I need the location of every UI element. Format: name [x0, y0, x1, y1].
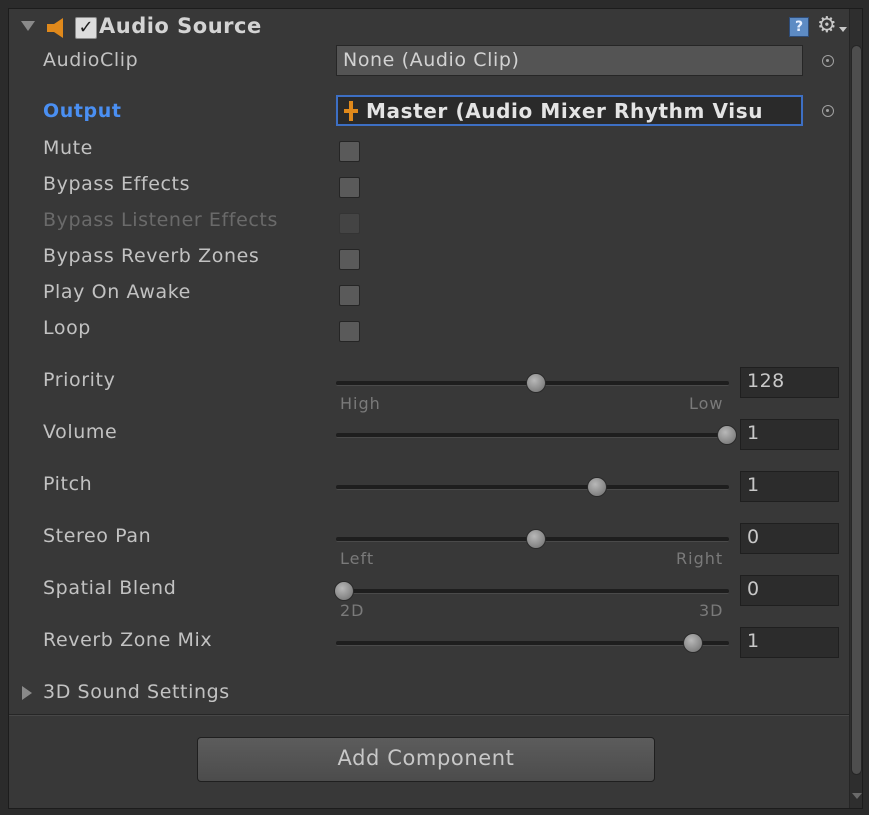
mute-checkbox[interactable] [339, 141, 360, 162]
bypass-reverb-zones-checkbox[interactable] [339, 249, 360, 270]
audio-mixer-icon [344, 101, 358, 121]
priority-min-label: High [340, 394, 381, 413]
pitch-label: Pitch [43, 473, 93, 495]
loop-label: Loop [43, 317, 91, 339]
play-on-awake-label: Play On Awake [43, 281, 191, 303]
spatial-blend-min-label: 2D [340, 601, 365, 620]
bypass-effects-label: Bypass Effects [43, 173, 191, 195]
priority-value-field[interactable]: 128 [740, 367, 839, 398]
output-value: Master (Audio Mixer Rhythm Visu [366, 99, 764, 123]
spatial-blend-slider-thumb[interactable] [334, 581, 354, 601]
stereo-pan-min-label: Left [340, 549, 375, 568]
volume-value-field[interactable]: 1 [740, 419, 839, 450]
play-on-awake-checkbox[interactable] [339, 285, 360, 306]
stereo-pan-value-field[interactable]: 0 [740, 523, 839, 554]
volume-slider-track[interactable] [336, 433, 729, 438]
add-component-button[interactable]: Add Component [197, 737, 655, 782]
bypass-listener-effects-checkbox [339, 213, 360, 234]
pitch-slider-thumb[interactable] [586, 477, 607, 497]
priority-slider-thumb[interactable] [525, 373, 546, 393]
spatial-blend-label: Spatial Blend [43, 577, 177, 599]
priority-label: Priority [43, 369, 116, 391]
component-header[interactable]: ✓ Audio Source ? ⚙ [9, 9, 849, 47]
inspector-panel: ✓ Audio Source ? ⚙ AudioClip None (Audio… [8, 8, 863, 809]
stereo-pan-label: Stereo Pan [43, 525, 152, 547]
gear-dropdown-caret-icon[interactable] [839, 27, 847, 32]
reverb-zone-mix-slider-track[interactable] [336, 641, 729, 646]
component-title: Audio Source [99, 14, 262, 38]
help-icon[interactable]: ? [789, 17, 809, 37]
reverb-zone-mix-value-field[interactable]: 1 [740, 627, 839, 658]
foldout-collapsed-icon[interactable] [22, 686, 32, 700]
scroll-down-arrow-icon[interactable] [852, 793, 862, 799]
pitch-value-field[interactable]: 1 [740, 471, 839, 502]
reverb-zone-mix-slider-thumb[interactable] [682, 633, 703, 653]
component-enabled-checkbox[interactable]: ✓ [75, 17, 97, 39]
scrollbar-thumb[interactable] [851, 45, 862, 775]
spatial-blend-value-field[interactable]: 0 [740, 575, 839, 606]
pitch-slider-track[interactable] [336, 485, 729, 490]
loop-checkbox[interactable] [339, 321, 360, 342]
mute-label: Mute [43, 137, 93, 159]
output-picker-icon[interactable] [822, 105, 834, 117]
3d-sound-settings-foldout[interactable]: 3D Sound Settings [43, 681, 230, 703]
foldout-expanded-icon[interactable] [21, 21, 35, 31]
audioclip-label: AudioClip [43, 49, 139, 71]
spatial-blend-slider-track[interactable] [336, 589, 729, 594]
reverb-zone-mix-label: Reverb Zone Mix [43, 629, 213, 651]
priority-max-label: Low [689, 394, 724, 413]
audioclip-value: None (Audio Clip) [343, 49, 520, 71]
stereo-pan-slider-thumb[interactable] [525, 529, 546, 549]
volume-slider-thumb[interactable] [717, 425, 737, 445]
audioclip-field[interactable]: None (Audio Clip) [336, 45, 803, 76]
speaker-icon [47, 18, 63, 38]
bypass-effects-checkbox[interactable] [339, 177, 360, 198]
stereo-pan-max-label: Right [676, 549, 724, 568]
gear-icon[interactable]: ⚙ [817, 13, 837, 38]
spatial-blend-max-label: 3D [699, 601, 724, 620]
divider-highlight [9, 715, 849, 716]
output-field[interactable]: Master (Audio Mixer Rhythm Visu [336, 95, 803, 126]
bypass-reverb-zones-label: Bypass Reverb Zones [43, 245, 260, 267]
audioclip-picker-icon[interactable] [822, 55, 834, 67]
output-label: Output [43, 100, 122, 122]
bypass-listener-effects-label: Bypass Listener Effects [43, 209, 278, 231]
volume-label: Volume [43, 421, 118, 443]
